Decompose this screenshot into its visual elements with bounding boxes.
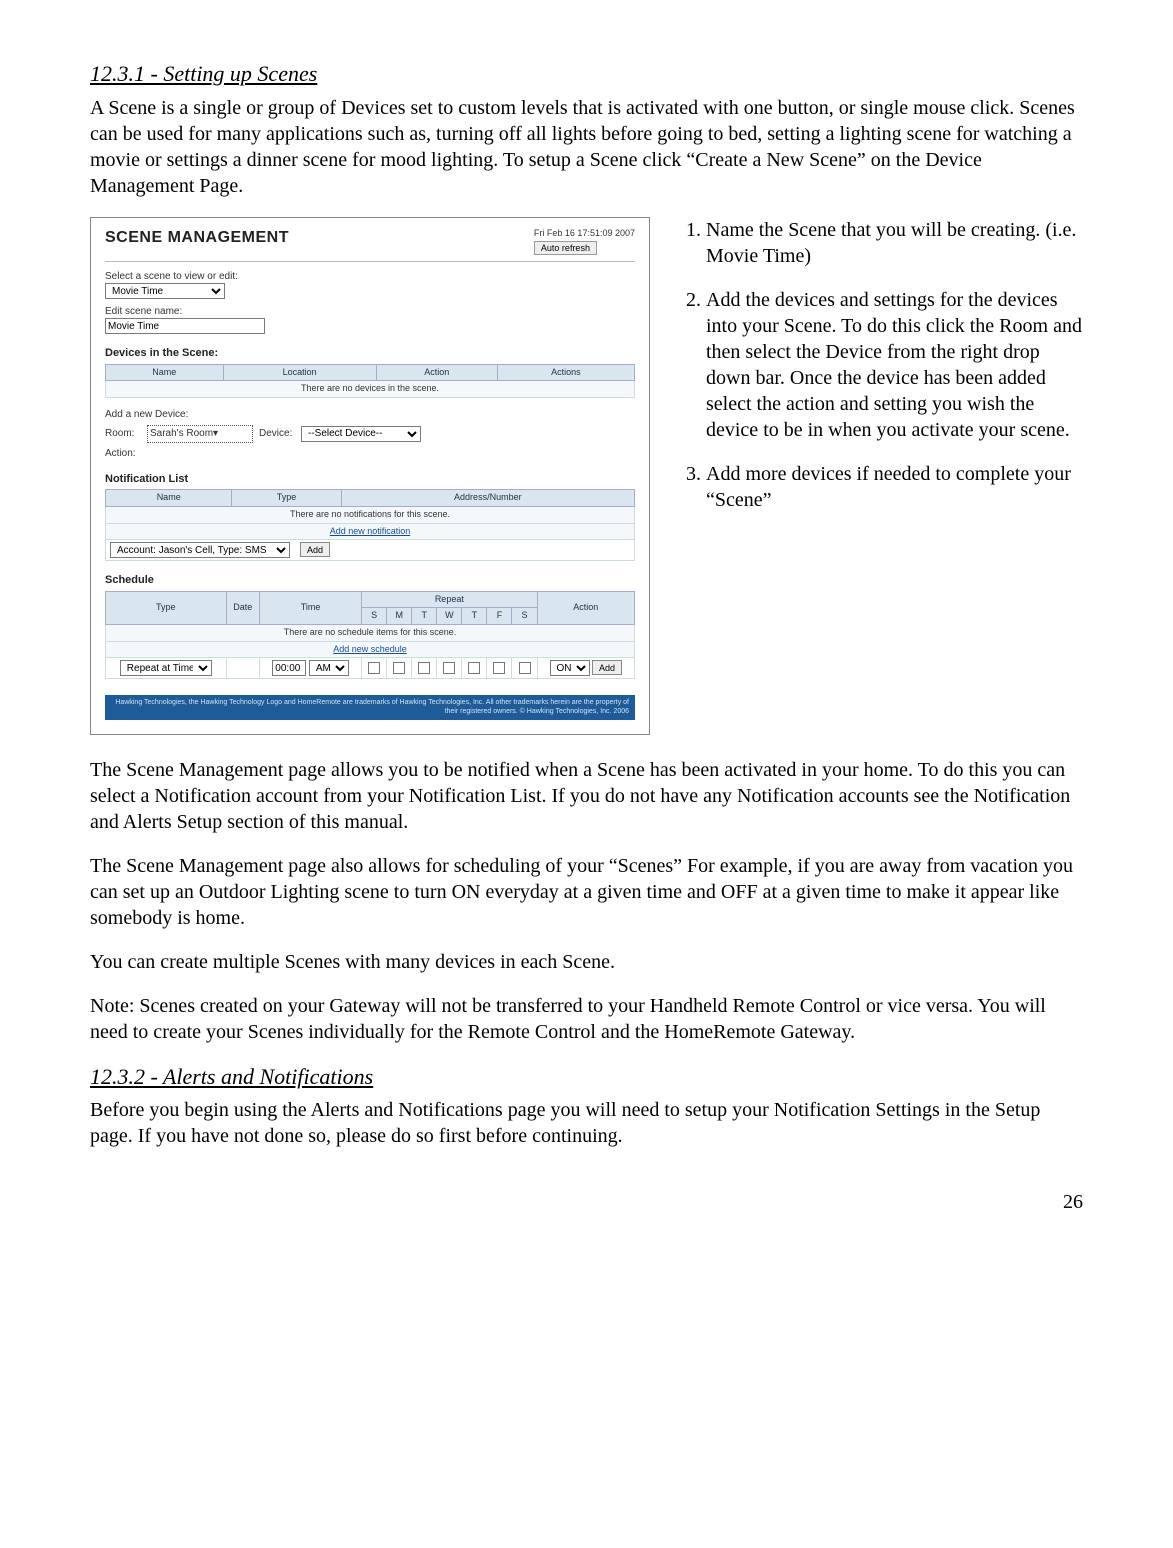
account-select[interactable]: Account: Jason's Cell, Type: SMS bbox=[110, 542, 290, 558]
col-location: Location bbox=[223, 364, 376, 381]
room-label: Room: bbox=[105, 427, 141, 440]
devices-heading: Devices in the Scene: bbox=[105, 346, 635, 360]
day-m: M bbox=[387, 608, 412, 625]
panel-title: SCENE MANAGEMENT bbox=[105, 228, 289, 249]
ampm-select[interactable]: AM bbox=[309, 660, 349, 676]
chevron-down-icon: ▾ bbox=[213, 427, 218, 440]
panel-header: SCENE MANAGEMENT Fri Feb 16 17:51:09 200… bbox=[105, 228, 635, 263]
notification-heading: Notification List bbox=[105, 472, 635, 486]
edit-name-input[interactable] bbox=[105, 318, 265, 334]
col-notif-type: Type bbox=[232, 490, 341, 507]
notification-table: Name Type Address/Number There are no no… bbox=[105, 489, 635, 561]
notif-empty: There are no notifications for this scen… bbox=[106, 506, 635, 523]
col-action: Action bbox=[376, 364, 497, 381]
col-name: Name bbox=[106, 364, 224, 381]
body-para-4: Note: Scenes created on your Gateway wil… bbox=[90, 993, 1083, 1045]
day-f: F bbox=[487, 608, 512, 625]
day-f-checkbox[interactable] bbox=[493, 662, 505, 674]
schedule-table: Type Date Time Repeat Action S M T W T F… bbox=[105, 591, 635, 680]
body-para-3: You can create multiple Scenes with many… bbox=[90, 949, 1083, 975]
add-schedule-button[interactable]: Add bbox=[592, 660, 622, 675]
section-heading-2: 12.3.2 - Alerts and Notifications bbox=[90, 1063, 1083, 1092]
select-scene-label: Select a scene to view or edit: bbox=[105, 270, 635, 283]
schedule-heading: Schedule bbox=[105, 573, 635, 587]
day-s1-checkbox[interactable] bbox=[368, 662, 380, 674]
device-label: Device: bbox=[259, 427, 295, 440]
repeat-type-select[interactable]: Repeat at Time bbox=[120, 660, 212, 676]
time-input[interactable] bbox=[272, 660, 306, 676]
edit-name-label: Edit scene name: bbox=[105, 305, 635, 318]
day-t2-checkbox[interactable] bbox=[468, 662, 480, 674]
day-w-checkbox[interactable] bbox=[443, 662, 455, 674]
step-2: Add the devices and settings for the dev… bbox=[706, 287, 1083, 443]
scene-select[interactable]: Movie Time bbox=[105, 283, 225, 299]
col-sched-time: Time bbox=[260, 591, 362, 624]
schedule-empty: There are no schedule items for this sce… bbox=[106, 624, 635, 641]
col-sched-date: Date bbox=[226, 591, 259, 624]
add-device-heading: Add a new Device: bbox=[105, 408, 635, 421]
col-actions: Actions bbox=[497, 364, 634, 381]
col-sched-action: Action bbox=[537, 591, 634, 624]
body-para-2: The Scene Management page also allows fo… bbox=[90, 853, 1083, 931]
day-t1: T bbox=[412, 608, 437, 625]
add-notification-link[interactable]: Add new notification bbox=[330, 526, 411, 536]
section-1-para: A Scene is a single or group of Devices … bbox=[90, 95, 1083, 199]
page-number: 26 bbox=[90, 1189, 1083, 1215]
day-s2-checkbox[interactable] bbox=[519, 662, 531, 674]
section-heading-1: 12.3.1 - Setting up Scenes bbox=[90, 60, 1083, 89]
devices-empty: There are no devices in the scene. bbox=[106, 381, 635, 398]
day-s2: S bbox=[512, 608, 537, 625]
screenshot-and-steps-row: SCENE MANAGEMENT Fri Feb 16 17:51:09 200… bbox=[90, 217, 1083, 735]
scene-management-screenshot: SCENE MANAGEMENT Fri Feb 16 17:51:09 200… bbox=[90, 217, 650, 735]
steps-list: Name the Scene that you will be creating… bbox=[680, 217, 1083, 531]
step-1: Name the Scene that you will be creating… bbox=[706, 217, 1083, 269]
room-select[interactable]: Sarah's Room ▾ bbox=[147, 425, 253, 443]
col-sched-repeat: Repeat bbox=[362, 591, 537, 608]
day-s1: S bbox=[362, 608, 387, 625]
body-para-1: The Scene Management page allows you to … bbox=[90, 757, 1083, 835]
col-notif-name: Name bbox=[106, 490, 232, 507]
add-notification-button[interactable]: Add bbox=[300, 542, 330, 557]
action-label: Action: bbox=[105, 447, 141, 460]
onoff-select[interactable]: ON bbox=[550, 660, 590, 676]
day-t2: T bbox=[462, 608, 487, 625]
section-2-para: Before you begin using the Alerts and No… bbox=[90, 1097, 1083, 1149]
room-value: Sarah's Room bbox=[150, 427, 213, 440]
screenshot-footer: Hawking Technologies, the Hawking Techno… bbox=[105, 695, 635, 719]
timestamp-text: Fri Feb 16 17:51:09 2007 bbox=[534, 228, 635, 240]
col-sched-type: Type bbox=[106, 591, 227, 624]
day-m-checkbox[interactable] bbox=[393, 662, 405, 674]
devices-table: Name Location Action Actions There are n… bbox=[105, 364, 635, 398]
col-notif-addr: Address/Number bbox=[341, 490, 634, 507]
step-3: Add more devices if needed to complete y… bbox=[706, 461, 1083, 513]
day-w: W bbox=[437, 608, 462, 625]
day-t1-checkbox[interactable] bbox=[418, 662, 430, 674]
add-schedule-link[interactable]: Add new schedule bbox=[333, 644, 407, 654]
auto-refresh-button[interactable]: Auto refresh bbox=[534, 241, 597, 255]
device-select[interactable]: --Select Device-- bbox=[301, 426, 421, 442]
